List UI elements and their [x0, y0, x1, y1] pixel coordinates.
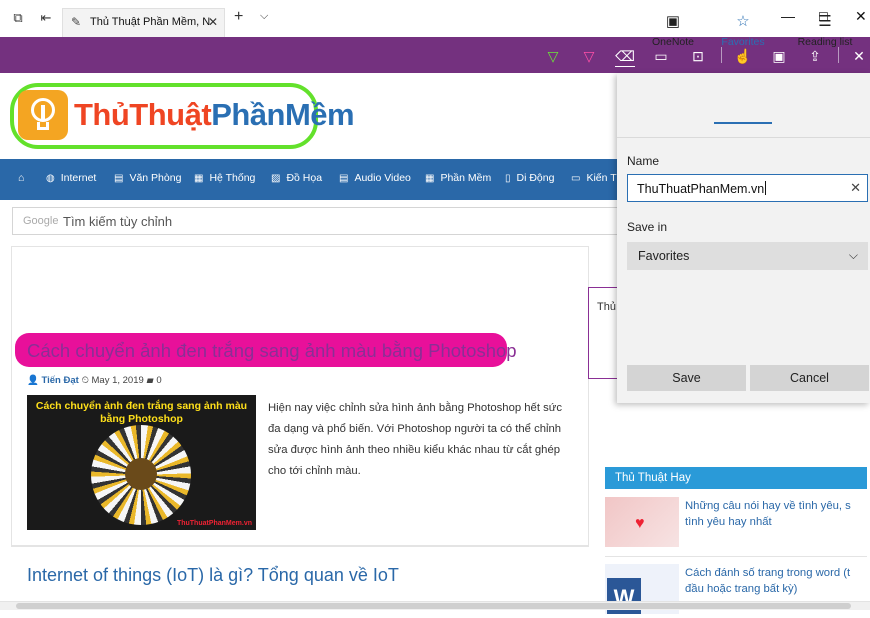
active-tab-indicator: [714, 122, 772, 124]
site-logo-text[interactable]: ThủThuậtPhầnMềm: [74, 97, 355, 133]
tab-title: Thủ Thuật Phần Mềm, N: [90, 16, 210, 28]
save-button[interactable]: Save: [627, 365, 746, 391]
logo-text-part1: ThủThuật: [74, 97, 212, 132]
heart-icon: ♥: [635, 515, 645, 532]
article-date: May 1, 2019: [91, 375, 144, 386]
save-in-dropdown[interactable]: Favorites ⌵: [627, 242, 868, 270]
sidebar-thumb-love[interactable]: ♥: [605, 497, 679, 547]
cancel-button[interactable]: Cancel: [750, 365, 869, 391]
windows-icon: ▦: [194, 173, 204, 184]
search-placeholder: Tìm kiếm tùy chỉnh: [63, 214, 173, 229]
favorite-name-input[interactable]: ThuThuatPhanMem.vn ✕: [627, 174, 868, 202]
nav-item-internet[interactable]: ◍ Internet: [46, 172, 96, 184]
pen-favicon-icon: ✎: [71, 15, 82, 29]
document-icon: ▤: [114, 173, 124, 184]
google-brand: Google: [23, 215, 59, 227]
tab-close-icon[interactable]: ✕: [208, 15, 218, 29]
article-divider: [11, 546, 589, 547]
book-icon: ▭: [571, 173, 581, 184]
name-label: Name: [627, 154, 660, 168]
active-tab[interactable]: ✎ Thủ Thuật Phần Mềm, N ✕: [62, 8, 225, 37]
sidebar-header: Thủ Thuật Hay: [615, 472, 691, 484]
highlighter-tool-icon[interactable]: ▽: [579, 46, 599, 66]
pen-tool-icon[interactable]: ▽: [543, 46, 563, 66]
tab-preview-icon[interactable]: ⧉: [9, 9, 27, 27]
text-caret: [765, 181, 767, 195]
tab-favorites[interactable]: ☆ Favorites: [701, 12, 785, 48]
clear-input-icon[interactable]: ✕: [850, 180, 861, 196]
new-tab-button[interactable]: +: [234, 8, 243, 26]
set-tabs-aside-icon[interactable]: ⇤: [37, 9, 55, 27]
eraser-tool-icon[interactable]: ⌫: [615, 46, 635, 67]
article-thumbnail[interactable]: Cách chuyển ảnh đen trắng sang ảnh màu b…: [27, 395, 256, 530]
grid-icon: ▦: [425, 173, 435, 184]
touch-writing-icon[interactable]: ☝: [733, 46, 753, 66]
favorite-name-value: ThuThuatPhanMem.vn: [637, 182, 765, 196]
home-icon[interactable]: ⌂: [18, 172, 24, 184]
chevron-down-icon: ⌵: [848, 248, 858, 262]
add-note-icon[interactable]: ▭: [651, 46, 671, 66]
nav-item-van-phong[interactable]: ▤ Văn Phòng: [114, 172, 181, 184]
nav-item-audio-video[interactable]: ▤ Audio Video: [339, 172, 411, 184]
clock-icon: ⏲: [81, 375, 89, 386]
globe-icon: ◍: [46, 173, 55, 184]
article2-title-link[interactable]: Internet of things (IoT) là gì? Tổng qua…: [27, 565, 399, 586]
clip-icon[interactable]: ⊡: [688, 46, 708, 66]
comment-icon: ▰: [146, 375, 154, 386]
sidebar-link[interactable]: Những câu nói hay về tình yêu, s tình yê…: [685, 498, 867, 530]
nav-item-he-thong[interactable]: ▦ Hệ Thống: [194, 172, 255, 184]
scrollbar-thumb[interactable]: [16, 603, 851, 609]
pane-divider: [617, 137, 870, 138]
article-excerpt: Hiện nay việc chỉnh sửa hình ảnh bằng Ph…: [268, 402, 562, 477]
tab-list-chevron-icon[interactable]: ⌵: [260, 10, 268, 23]
nav-item-di-dong[interactable]: ▯ Di Động: [505, 172, 554, 184]
save-in-value: Favorites: [638, 249, 690, 263]
exit-note-icon[interactable]: ✕: [849, 46, 869, 66]
image-icon: ▨: [271, 173, 281, 184]
mobile-icon: ▯: [505, 173, 511, 184]
film-icon: ▤: [339, 173, 349, 184]
main-navigation: ⌂ ◍ Internet ▤ Văn Phòng ▦ Hệ Thống ▨ Đồ Họa…: [0, 159, 620, 200]
user-icon: 👤: [27, 375, 39, 386]
article-author[interactable]: Tiến Đạt: [41, 375, 78, 386]
nav-item-phan-mem[interactable]: ▦ Phần Mềm: [425, 172, 491, 184]
reading-list-icon: ☰: [818, 13, 832, 30]
nav-item-do-hoa[interactable]: ▨ Đồ Họa: [271, 172, 322, 184]
logo-text-part2: PhầnMềm: [211, 97, 355, 132]
thumbnail-watermark: ThuThuatPhanMem.vn: [176, 520, 252, 527]
thumbnail-caption: Cách chuyển ảnh đen trắng sang ảnh màu b…: [35, 400, 248, 425]
toolbar-separator: [721, 47, 722, 63]
share-icon[interactable]: ⇪: [805, 46, 825, 66]
save-in-label: Save in: [627, 220, 668, 234]
nav-item-kien-thuc[interactable]: ▭ Kiến T: [571, 172, 617, 184]
comment-count[interactable]: 0: [156, 375, 161, 386]
article-title-link[interactable]: Cách chuyển ảnh đen trắng sang ảnh màu b…: [27, 340, 517, 362]
custom-search-input[interactable]: Google Tìm kiếm tùy chỉnh: [12, 207, 632, 235]
sidebar-divider: [605, 556, 867, 557]
star-icon: ☆: [736, 13, 750, 30]
lightbulb-logo-icon[interactable]: [18, 90, 68, 140]
sidebar-widget-text: Thủ: [597, 301, 616, 313]
tab-reading-list[interactable]: ☰ Reading list: [783, 12, 867, 48]
toolbar-separator: [838, 47, 839, 63]
article-meta: 👤 Tiến Đạt ⏲ May 1, 2019 ▰ 0: [27, 375, 162, 386]
sidebar-link[interactable]: Cách đánh số trang trong word (t đầu hoặ…: [685, 565, 867, 597]
save-note-icon[interactable]: ▣: [769, 46, 789, 66]
